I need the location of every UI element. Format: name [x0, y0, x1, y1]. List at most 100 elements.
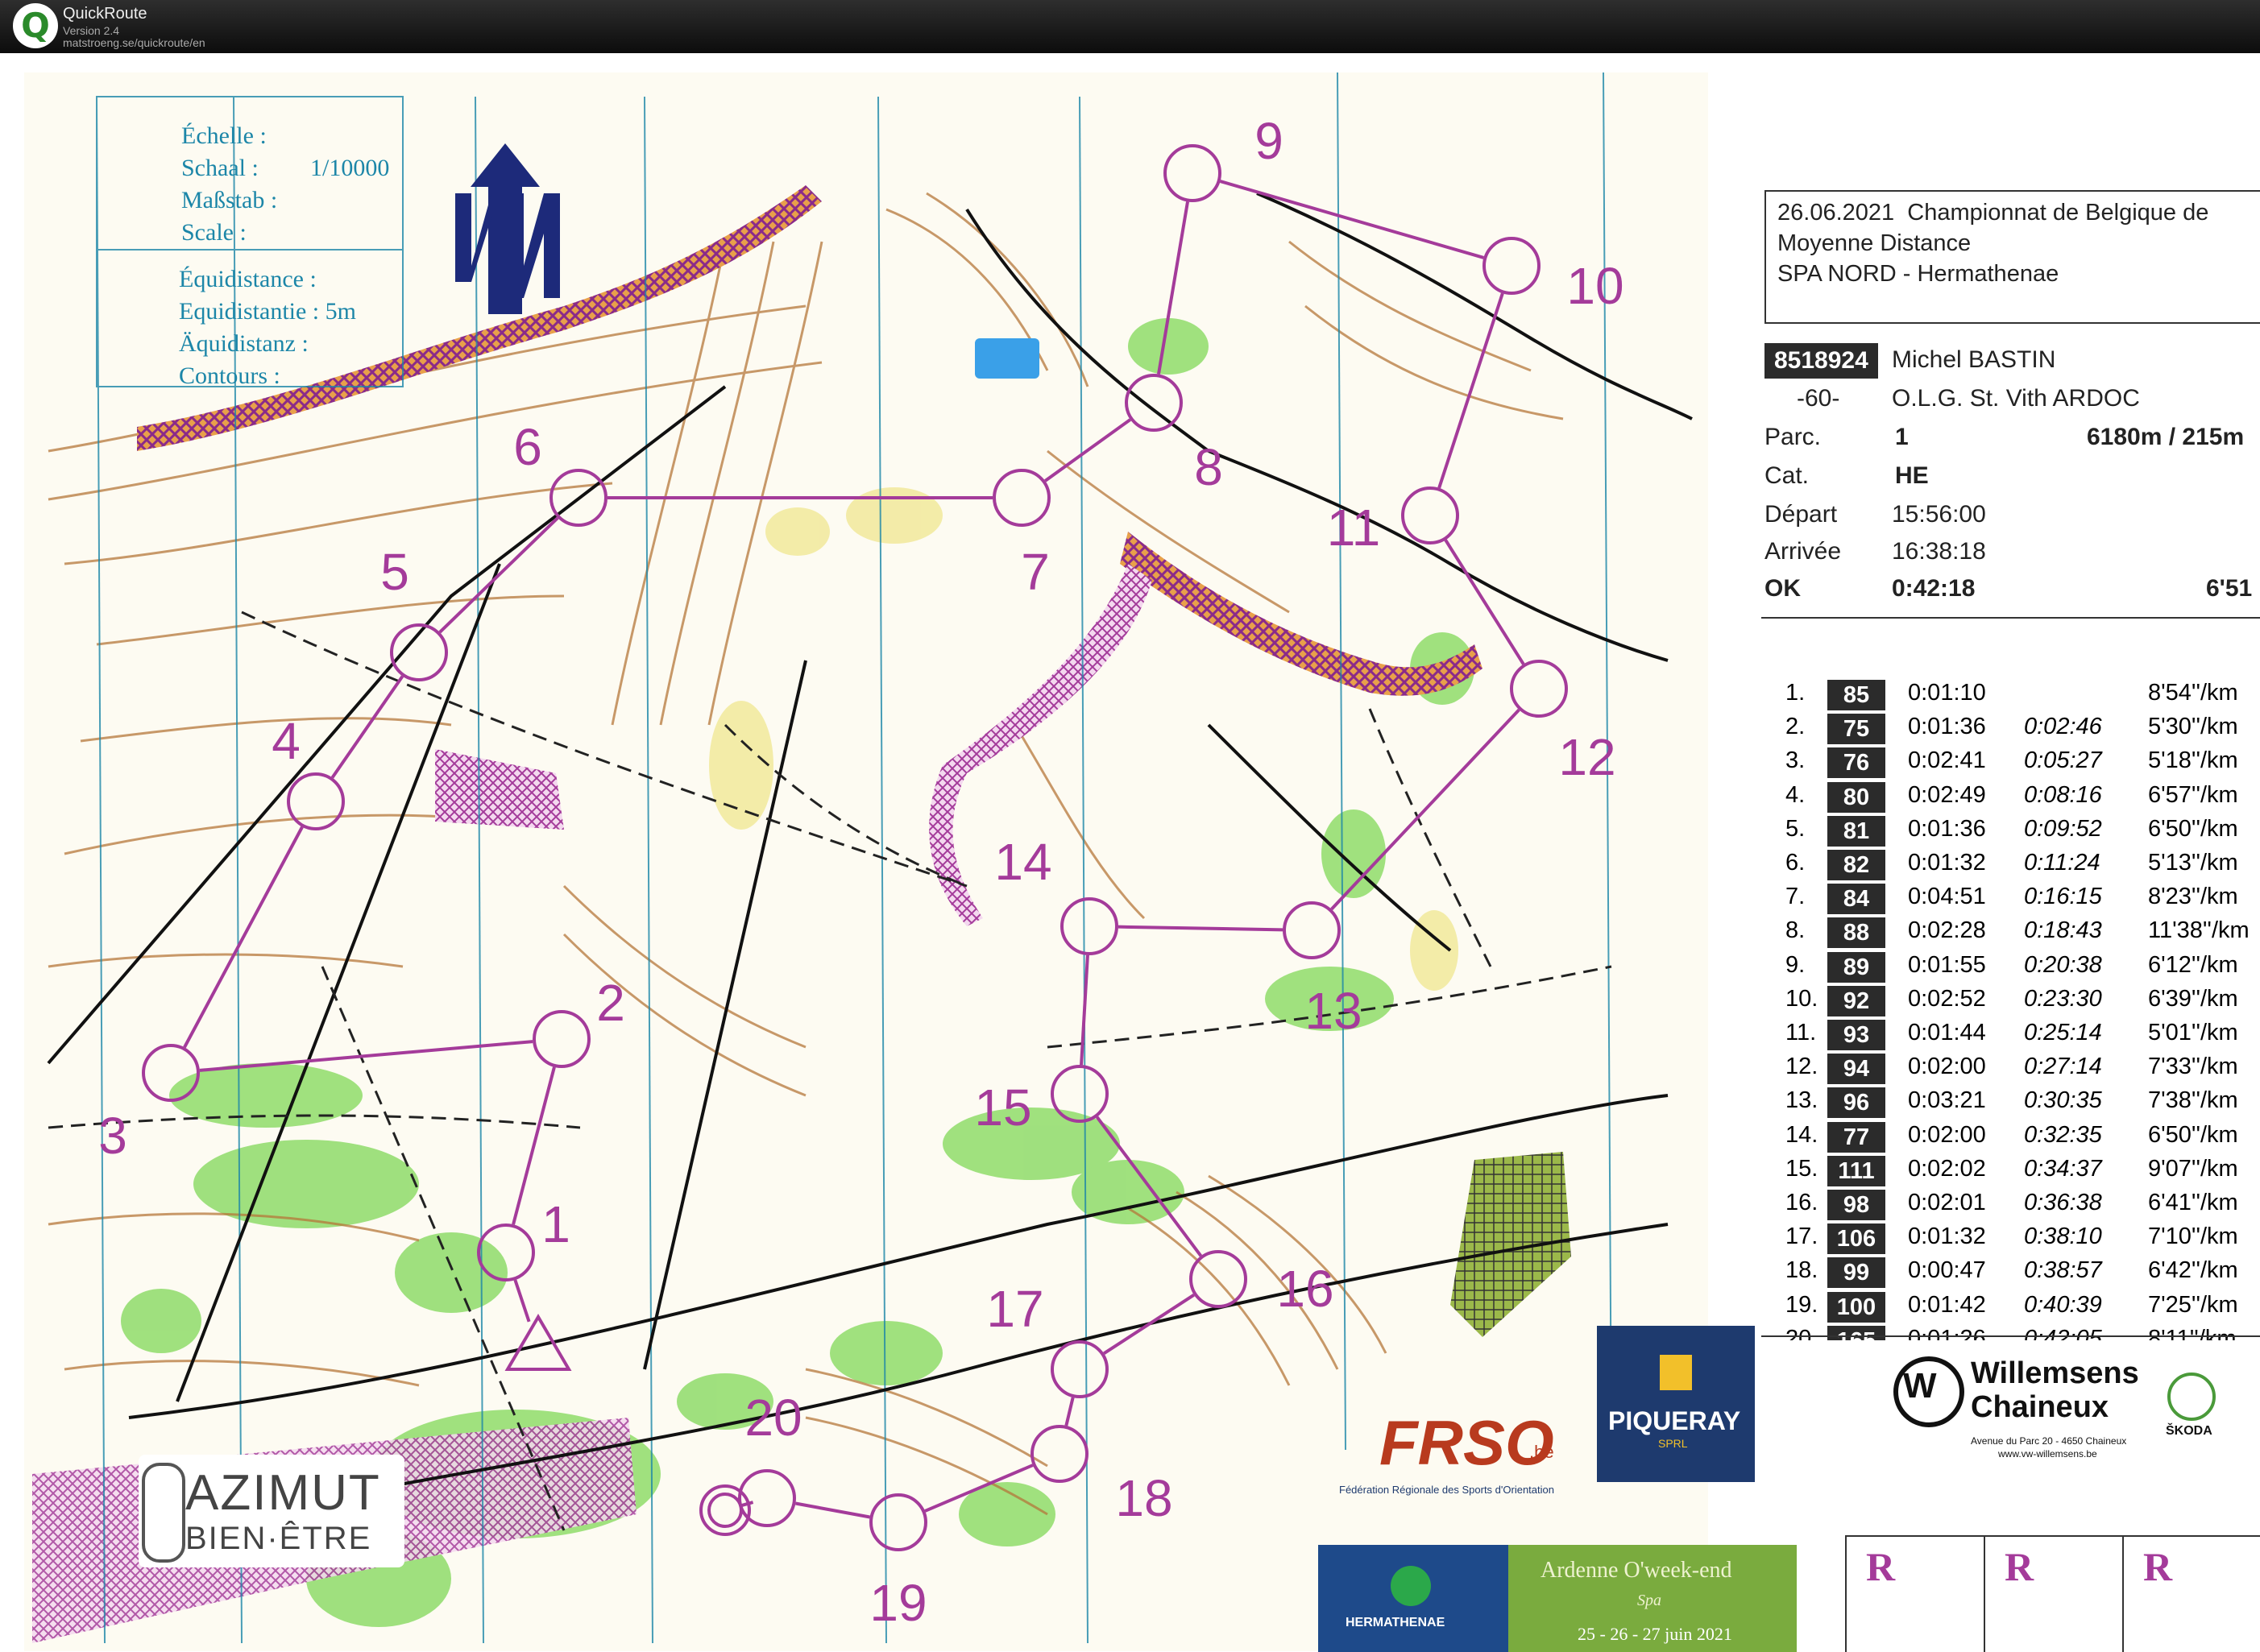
sponsor-azimut: AZIMUT BIEN·ÊTRE [139, 1455, 404, 1567]
app-url: matstroeng.se/quickroute/en [63, 36, 205, 49]
control-number: 4 [272, 712, 301, 770]
split-index: 16. [1785, 1190, 1818, 1215]
split-pace: 6'50''/km [2148, 815, 2238, 842]
skoda-text: ŠKODA [2166, 1424, 2212, 1438]
split-row: 17. 106 0:01:32 0:38:10 7'10''/km [1764, 1222, 2260, 1255]
split-row: 15. 111 0:02:02 0:34:37 9'07''/km [1764, 1154, 2260, 1186]
r-box: R [2122, 1535, 2260, 1652]
control-number: 1 [541, 1195, 570, 1253]
split-leg-time: 0:01:32 [1908, 850, 1986, 876]
split-pace: 6'12''/km [2148, 951, 2238, 978]
split-row: 12. 94 0:02:00 0:27:14 7'33''/km [1764, 1052, 2260, 1085]
split-index: 19. [1785, 1291, 1818, 1318]
split-control-code: 89 [1827, 951, 1885, 983]
split-index: 11. [1785, 1020, 1817, 1045]
split-control-code: 100 [1827, 1291, 1885, 1323]
split-pace: 9'07''/km [2148, 1155, 2238, 1182]
event-date-title: 26.06.2021 Championnat de Belgique de [1777, 200, 2208, 226]
pond [975, 338, 1039, 379]
event-title-line2: Moyenne Distance [1777, 230, 1972, 256]
split-index: 5. [1785, 815, 1806, 842]
split-index: 10. [1785, 985, 1818, 1012]
r-box: R [1984, 1535, 2124, 1652]
control-number: 10 [1566, 257, 1623, 315]
start-label: Départ [1764, 501, 1838, 528]
ardenne-place: Spa [1637, 1592, 1661, 1609]
finish-label: Arrivée [1764, 538, 1842, 565]
control-number: 13 [1304, 982, 1362, 1040]
split-cumulative-time: 0:40:39 [2024, 1291, 2102, 1318]
split-row: 7. 84 0:04:51 0:16:15 8'23''/km [1764, 882, 2260, 915]
skoda-logo-icon [2167, 1373, 2216, 1421]
split-cumulative-time: 0:11:24 [2024, 850, 2100, 876]
split-control-code: 93 [1827, 1020, 1885, 1050]
split-leg-time: 0:01:10 [1908, 680, 1986, 706]
start-time: 15:56:00 [1892, 501, 1986, 528]
split-cumulative-time: 0:23:30 [2024, 985, 2102, 1012]
split-index: 15. [1785, 1155, 1818, 1182]
split-row: 2. 75 0:01:36 0:02:46 5'30''/km [1764, 712, 2260, 745]
split-index: 12. [1785, 1054, 1818, 1080]
control-number: 12 [1558, 728, 1615, 786]
split-index: 18. [1785, 1257, 1818, 1284]
split-row: 8. 88 0:02:28 0:18:43 11'38''/km [1764, 916, 2260, 949]
legend-contour-en: Contours : [179, 362, 280, 389]
split-cumulative-time: 0:27:14 [2024, 1054, 2102, 1080]
split-index: 1. [1785, 680, 1806, 706]
split-index: 9. [1785, 951, 1806, 978]
sponsor-frso: FRSO .be Fédération Régionale des Sports… [1337, 1406, 1587, 1527]
split-leg-time: 0:02:00 [1908, 1121, 1986, 1148]
split-control-code: 88 [1827, 917, 1885, 949]
result-status: OK [1764, 575, 1801, 602]
legend-contour-fr: Équidistance : [179, 266, 317, 292]
r-box-letter: R [2143, 1544, 2173, 1589]
split-cumulative-time: 0:30:35 [2024, 1087, 2102, 1114]
r-box: R [1845, 1535, 1985, 1652]
split-control-code: 77 [1827, 1121, 1885, 1153]
split-control-code: 75 [1827, 714, 1885, 745]
split-control-code: 80 [1827, 781, 1885, 813]
control-number: 5 [380, 543, 409, 601]
split-leg-time: 0:01:36 [1908, 714, 1986, 740]
ardenne-title: Ardenne O'week-end [1541, 1558, 1732, 1583]
split-index: 2. [1785, 714, 1806, 740]
split-cumulative-time: 0:34:37 [2024, 1155, 2102, 1182]
total-time: 0:42:18 [1892, 575, 1976, 602]
split-index: 7. [1785, 884, 1806, 910]
split-control-code: 111 [1827, 1155, 1885, 1186]
event-venue: SPA NORD - Hermathenae [1777, 261, 2059, 287]
map-viewport[interactable]: Échelle : Schaal : Maßstab : Scale : 1/1… [0, 53, 2260, 1652]
legend-scale-nl: Schaal : [181, 155, 259, 181]
split-leg-time: 0:01:42 [1908, 1291, 1986, 1318]
azimut-title: AZIMUT [185, 1465, 381, 1521]
frso-domain: .be [1529, 1442, 1554, 1462]
split-index: 3. [1785, 747, 1806, 774]
split-cumulative-time: 0:16:15 [2024, 884, 2102, 910]
split-leg-time: 0:04:51 [1908, 884, 1986, 910]
course-label: Parc. [1764, 424, 1822, 450]
app-logo-icon: Q [13, 3, 58, 48]
split-leg-time: 0:02:52 [1908, 985, 1986, 1012]
split-leg-time: 0:02:02 [1908, 1155, 1986, 1182]
split-pace: 6'57''/km [2148, 781, 2238, 808]
split-leg-time: 0:01:55 [1908, 951, 1986, 978]
legend-scale-value: 1/10000 [310, 155, 389, 181]
control-number: 7 [1021, 543, 1050, 601]
legend-contour-de: Äquidistanz : [179, 330, 309, 357]
split-row: 6. 82 0:01:32 0:11:24 5'13''/km [1764, 848, 2260, 880]
azimut-subtitle: BIEN·ÊTRE [185, 1521, 372, 1556]
runner-club: O.L.G. St. Vith ARDOC [1892, 385, 2140, 412]
split-pace: 5'18''/km [2148, 747, 2238, 774]
control-number: 18 [1115, 1469, 1172, 1527]
split-pace: 7'33''/km [2148, 1054, 2238, 1080]
split-row: 4. 80 0:02:49 0:08:16 6'57''/km [1764, 780, 2260, 813]
split-leg-time: 0:02:00 [1908, 1054, 1986, 1080]
runner-age: -60- [1797, 385, 1840, 412]
hermathenae-name: HERMATHENAE [1346, 1616, 1445, 1629]
split-control-code: 106 [1827, 1223, 1885, 1255]
split-cumulative-time: 0:20:38 [2024, 951, 2102, 978]
title-bar[interactable]: Q QuickRoute Version 2.4 matstroeng.se/q… [0, 0, 2260, 53]
split-leg-time: 0:01:36 [1908, 815, 1986, 842]
control-number: 16 [1276, 1260, 1333, 1318]
event-title-line1: Championnat de Belgique de [1907, 200, 2209, 226]
